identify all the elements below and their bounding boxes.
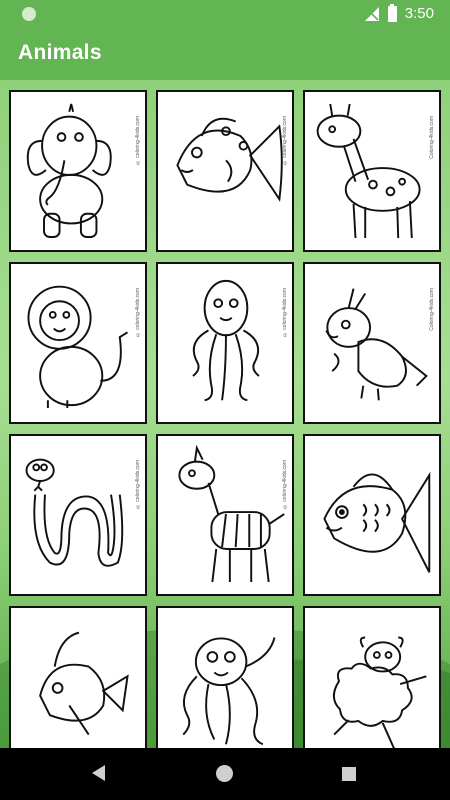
drawing-tile-zebra[interactable]: © coloring-4kids.com (156, 434, 294, 596)
home-icon[interactable] (216, 765, 233, 782)
octopus-drawing-icon (192, 279, 260, 402)
signal-icon (364, 6, 379, 21)
drawing-tile-elephant[interactable]: © coloring-4kids.com (9, 90, 147, 252)
notification-icon (22, 7, 36, 21)
fish-drawing-icon (323, 471, 431, 573)
credit-text: © coloring-4kids.com (135, 116, 141, 166)
drawing-tile-octopus[interactable] (156, 606, 294, 748)
credit-text: © coloring-4kids.com (135, 460, 141, 510)
recent-apps-icon[interactable] (342, 767, 356, 781)
parrot-drawing-icon (325, 288, 428, 401)
drawing-tile-parrot[interactable]: Coloring-4kids.com (303, 262, 441, 424)
fish-drawing-icon (39, 631, 129, 736)
drawing-tile-octopus[interactable]: © coloring-4kids.com (156, 262, 294, 424)
app-bar: Animals (0, 28, 450, 80)
fish-drawing-icon (176, 117, 283, 202)
drawing-gallery[interactable]: © coloring-4kids.com © coloring-4kids.co… (0, 80, 450, 748)
drawing-tile-giraffe[interactable]: Coloring-4kids.com (303, 90, 441, 252)
zebra-drawing-icon (178, 444, 285, 583)
credit-text: © coloring-4kids.com (282, 460, 288, 510)
status-icons: 3:50 (364, 3, 434, 22)
credit-text: Coloring-4kids.com (429, 116, 435, 159)
drawing-tile-fish[interactable] (303, 434, 441, 596)
lion-drawing-icon (27, 285, 129, 409)
sheep-drawing-icon (332, 636, 427, 748)
snake-drawing-icon (25, 458, 124, 567)
drawing-tile-lion[interactable]: © coloring-4kids.com (9, 262, 147, 424)
drawing-tile-fish[interactable]: © coloring-4kids.com (156, 90, 294, 252)
drawing-tile-snake[interactable]: © coloring-4kids.com (9, 434, 147, 596)
navigation-bar (0, 748, 450, 800)
drawing-tile-sheep[interactable] (303, 606, 441, 748)
elephant-drawing-icon (26, 103, 112, 238)
status-bar: 3:50 (0, 0, 450, 28)
status-time: 3:50 (404, 5, 434, 22)
back-icon[interactable] (92, 765, 105, 781)
credit-text: © coloring-4kids.com (135, 288, 141, 338)
page-title: Animals (18, 41, 102, 64)
credit-text: Coloring-4kids.com (429, 288, 435, 331)
credit-text: © coloring-4kids.com (282, 288, 288, 338)
battery-icon (387, 3, 397, 22)
drawing-tile-fish[interactable] (9, 606, 147, 748)
credit-text: © coloring-4kids.com (282, 116, 288, 166)
drawing-grid: © coloring-4kids.com © coloring-4kids.co… (9, 90, 441, 748)
octopus-drawing-icon (182, 637, 276, 746)
giraffe-drawing-icon (316, 103, 421, 239)
